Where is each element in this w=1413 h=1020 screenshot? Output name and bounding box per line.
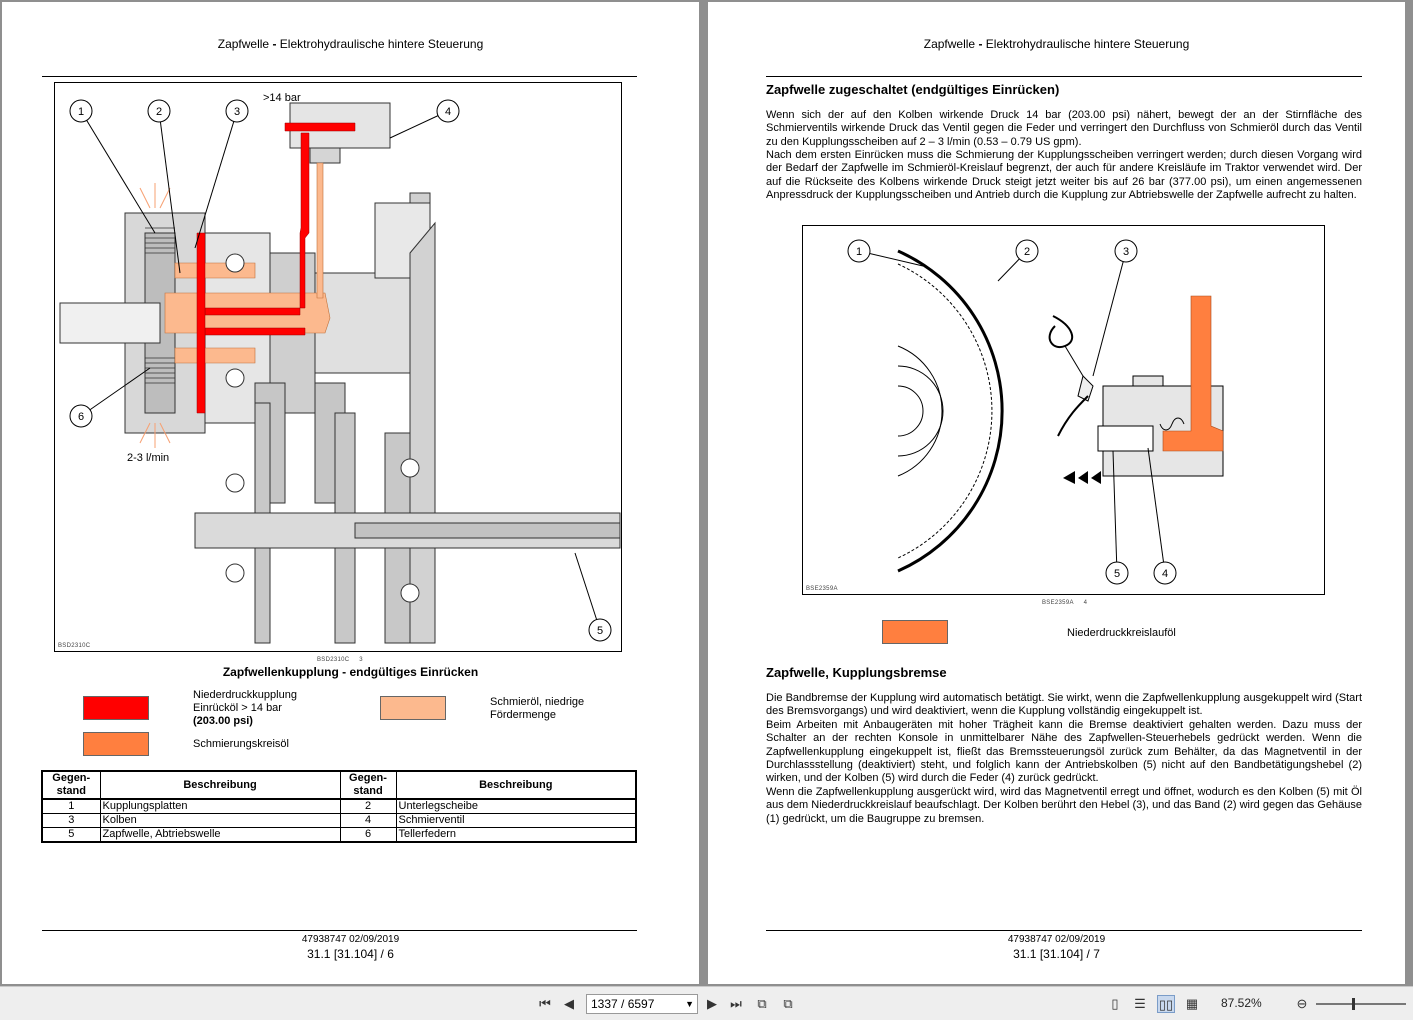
callout-layer: 1 2 3 4 5 6 >14 bar 2-3 l/min [69,92,612,642]
callout-3: 3 [234,106,240,118]
figure-id: BSD2310C [58,643,91,649]
paragraph: Wenn die Zapfwellenkupplung ausgerückt w… [766,786,1362,825]
table-row: 5 Zapfwelle, Abtriebswelle 6 Tellerfedern [41,827,637,843]
parts-table: Gegen-stand Beschreibung Gegen-stand Bes… [41,770,637,843]
viewer-toolbar: ⏮ ◀ 1337 / 6597 ▼ ▶ ⏭ ⧉ ⧉ ▯ ☰ ▯▯ ▦ 87.52%… [0,986,1413,1020]
legend-swatch-orange [882,620,948,644]
col-header-item-2: Gegen-stand [339,770,397,800]
single-page-view-icon[interactable]: ▯ [1106,995,1124,1013]
callout-5: 5 [1114,568,1120,580]
figure-ref: BSD2310C 3 [317,657,363,663]
legend-swatch-orange [83,732,149,756]
figure-band-brake: 1 2 3 4 5 BSE2359A [802,225,1325,595]
callout-1: 1 [78,106,84,118]
facing-pages-view-icon[interactable]: ▯▯ [1157,995,1175,1013]
figure-ref: BSE2359A 4 [1042,600,1088,606]
previous-page-icon[interactable]: ◀ [560,995,578,1013]
page-number-input[interactable]: 1337 / 6597 ▼ [586,994,698,1014]
col-header-desc: Beschreibung [99,770,341,800]
callout-4: 4 [445,106,451,118]
pressure-label: >14 bar [263,92,301,104]
page-header: Zapfwelle - Elektrohydraulische hintere … [217,37,484,51]
zoom-level[interactable]: 87.52% [1221,996,1262,1010]
go-forward-icon[interactable]: ⧉ [779,995,797,1013]
page-footer: 47938747 02/09/2019 31.1 [31.104] / 6 [301,934,400,961]
zoom-out-icon[interactable]: ⊖ [1293,995,1311,1013]
footer-rule [42,930,637,931]
page-header: Zapfwelle - Elektrohydraulische hintere … [923,37,1190,51]
legend-orange-text: Schmierungskreisöl [193,738,289,750]
first-page-icon[interactable]: ⏮ [536,995,554,1013]
callout-layer: 1 2 3 4 5 [847,239,1177,585]
callout-5: 5 [597,625,603,637]
go-back-icon[interactable]: ⧉ [753,995,771,1013]
page-left: Zapfwelle - Elektrohydraulische hintere … [2,2,699,984]
legend-swatch-peach [380,696,446,720]
figure-id: BSE2359A [806,586,838,592]
document-viewport[interactable]: Zapfwelle - Elektrohydraulische hintere … [0,0,1413,986]
header-rule [766,76,1362,77]
callout-1: 1 [856,246,862,258]
page-right: Zapfwelle - Elektrohydraulische hintere … [708,2,1405,984]
zoom-slider-handle[interactable] [1352,998,1355,1010]
paragraph: Beim Arbeiten mit Anbaugeräten mit hoher… [766,719,1362,785]
footer-rule [766,930,1362,931]
flow-label: 2-3 l/min [127,452,169,464]
callout-2: 2 [1024,246,1030,258]
paragraph: Nach dem ersten Einrücken muss die Schmi… [766,149,1362,201]
legend-peach-text: Schmieröl, niedrige Fördermenge [490,696,585,721]
col-header-desc-2: Beschreibung [395,770,637,800]
continuous-view-icon[interactable]: ☰ [1131,995,1149,1013]
table-row: 3 Kolben 4 Schmierventil [41,813,637,828]
legend-swatch-red [83,696,149,720]
legend-orange-text: Niederdruckkreislauföl [1067,627,1176,639]
figure-caption: Zapfwellenkupplung - endgültiges Einrück… [222,665,479,679]
callout-6: 6 [78,411,84,423]
callout-2: 2 [156,106,162,118]
last-page-icon[interactable]: ⏭ [727,995,745,1013]
zoom-slider[interactable] [1316,998,1406,1010]
figure-clutch-section: 1 2 3 4 5 6 >14 bar 2-3 l/min BSD2310C [54,82,622,652]
col-header-item: Gegen-stand [41,770,101,800]
continuous-facing-view-icon[interactable]: ▦ [1183,995,1201,1013]
chevron-down-icon[interactable]: ▼ [685,995,694,1013]
table-row: 1 Kupplungsplatten 2 Unterlegscheibe [41,798,637,814]
next-page-icon[interactable]: ▶ [703,995,721,1013]
page-footer: 47938747 02/09/2019 31.1 [31.104] / 7 [1007,934,1106,961]
paragraph: Die Bandbremse der Kupplung wird automat… [766,692,1362,718]
paragraph: Wenn sich der auf den Kolben wirkende Dr… [766,109,1362,148]
legend-red-text: Niederdruckkupplung Einrücköl > 14 bar (… [193,689,297,727]
header-rule [42,76,637,77]
section-title-brake: Zapfwelle, Kupplungsbremse [766,665,947,680]
callout-3: 3 [1123,246,1129,258]
section-title-engagement: Zapfwelle zugeschaltet (endgültiges Einr… [766,82,1060,97]
callout-4: 4 [1162,568,1168,580]
